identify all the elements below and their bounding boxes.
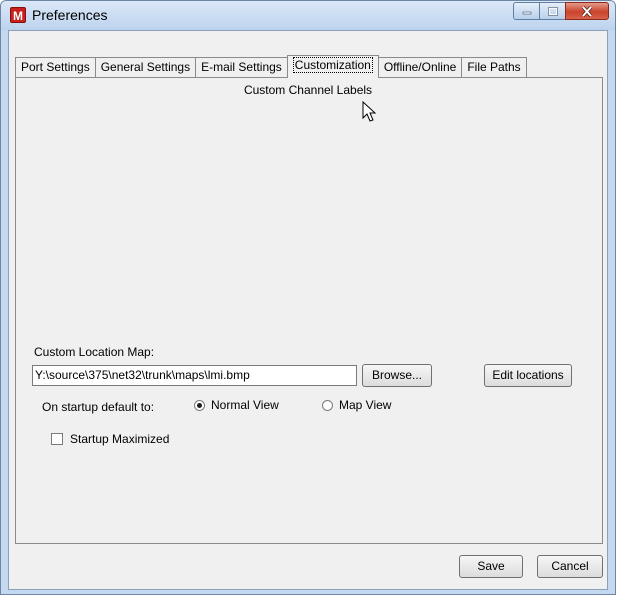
- app-icon: M: [10, 7, 26, 23]
- caption-buttons: [513, 2, 609, 22]
- startup-maximized-checkbox[interactable]: Startup Maximized: [51, 432, 169, 446]
- tab-file-paths[interactable]: File Paths: [461, 57, 527, 77]
- cancel-button[interactable]: Cancel: [537, 555, 603, 578]
- tab-email-settings[interactable]: E-mail Settings: [195, 57, 288, 77]
- tab-label: Offline/Online: [383, 60, 457, 74]
- radio-normal-view[interactable]: Normal View: [194, 398, 279, 412]
- tab-strip: Port Settings General Settings E-mail Se…: [15, 55, 527, 78]
- preferences-window: M Preferences Port Settings General Sett…: [0, 0, 616, 595]
- browse-button[interactable]: Browse...: [362, 364, 432, 387]
- customization-panel: [15, 77, 603, 544]
- tab-port-settings[interactable]: Port Settings: [15, 57, 96, 77]
- tab-customization[interactable]: Customization: [286, 55, 379, 78]
- radio-label: Normal View: [211, 398, 279, 412]
- tab-label: Port Settings: [21, 60, 90, 74]
- window-title: Preferences: [32, 7, 108, 23]
- radio-map-view[interactable]: Map View: [322, 398, 391, 412]
- tab-label: File Paths: [467, 60, 521, 74]
- tab-offline-online[interactable]: Offline/Online: [377, 57, 463, 77]
- maximize-icon: [547, 6, 558, 16]
- radio-unselected-icon: [322, 399, 333, 411]
- tab-label: E-mail Settings: [201, 60, 282, 74]
- tab-general-settings[interactable]: General Settings: [94, 57, 197, 77]
- section-title: Custom Channel Labels: [243, 83, 373, 97]
- minimize-button[interactable]: [513, 2, 540, 20]
- tab-label: Customization: [292, 57, 373, 73]
- startup-default-label: On startup default to:: [42, 400, 155, 414]
- radio-selected-icon: [194, 399, 205, 411]
- edit-locations-button[interactable]: Edit locations: [484, 364, 572, 387]
- title-bar[interactable]: M Preferences: [1, 1, 615, 30]
- minimize-icon: [522, 11, 531, 15]
- location-map-path-input[interactable]: Y:\source\375\net32\trunk\maps\lmi.bmp: [32, 365, 357, 386]
- save-button[interactable]: Save: [459, 555, 523, 578]
- radio-label: Map View: [339, 398, 392, 412]
- dialog-client-area: Port Settings General Settings E-mail Se…: [8, 30, 608, 590]
- close-button[interactable]: [565, 2, 609, 20]
- mouse-cursor-icon: [362, 101, 377, 122]
- checkbox-label: Startup Maximized: [70, 432, 170, 446]
- checkbox-box: [51, 433, 63, 445]
- close-icon: [581, 5, 593, 17]
- location-map-label: Custom Location Map:: [34, 345, 155, 359]
- tab-label: General Settings: [100, 60, 191, 74]
- maximize-button[interactable]: [539, 2, 566, 20]
